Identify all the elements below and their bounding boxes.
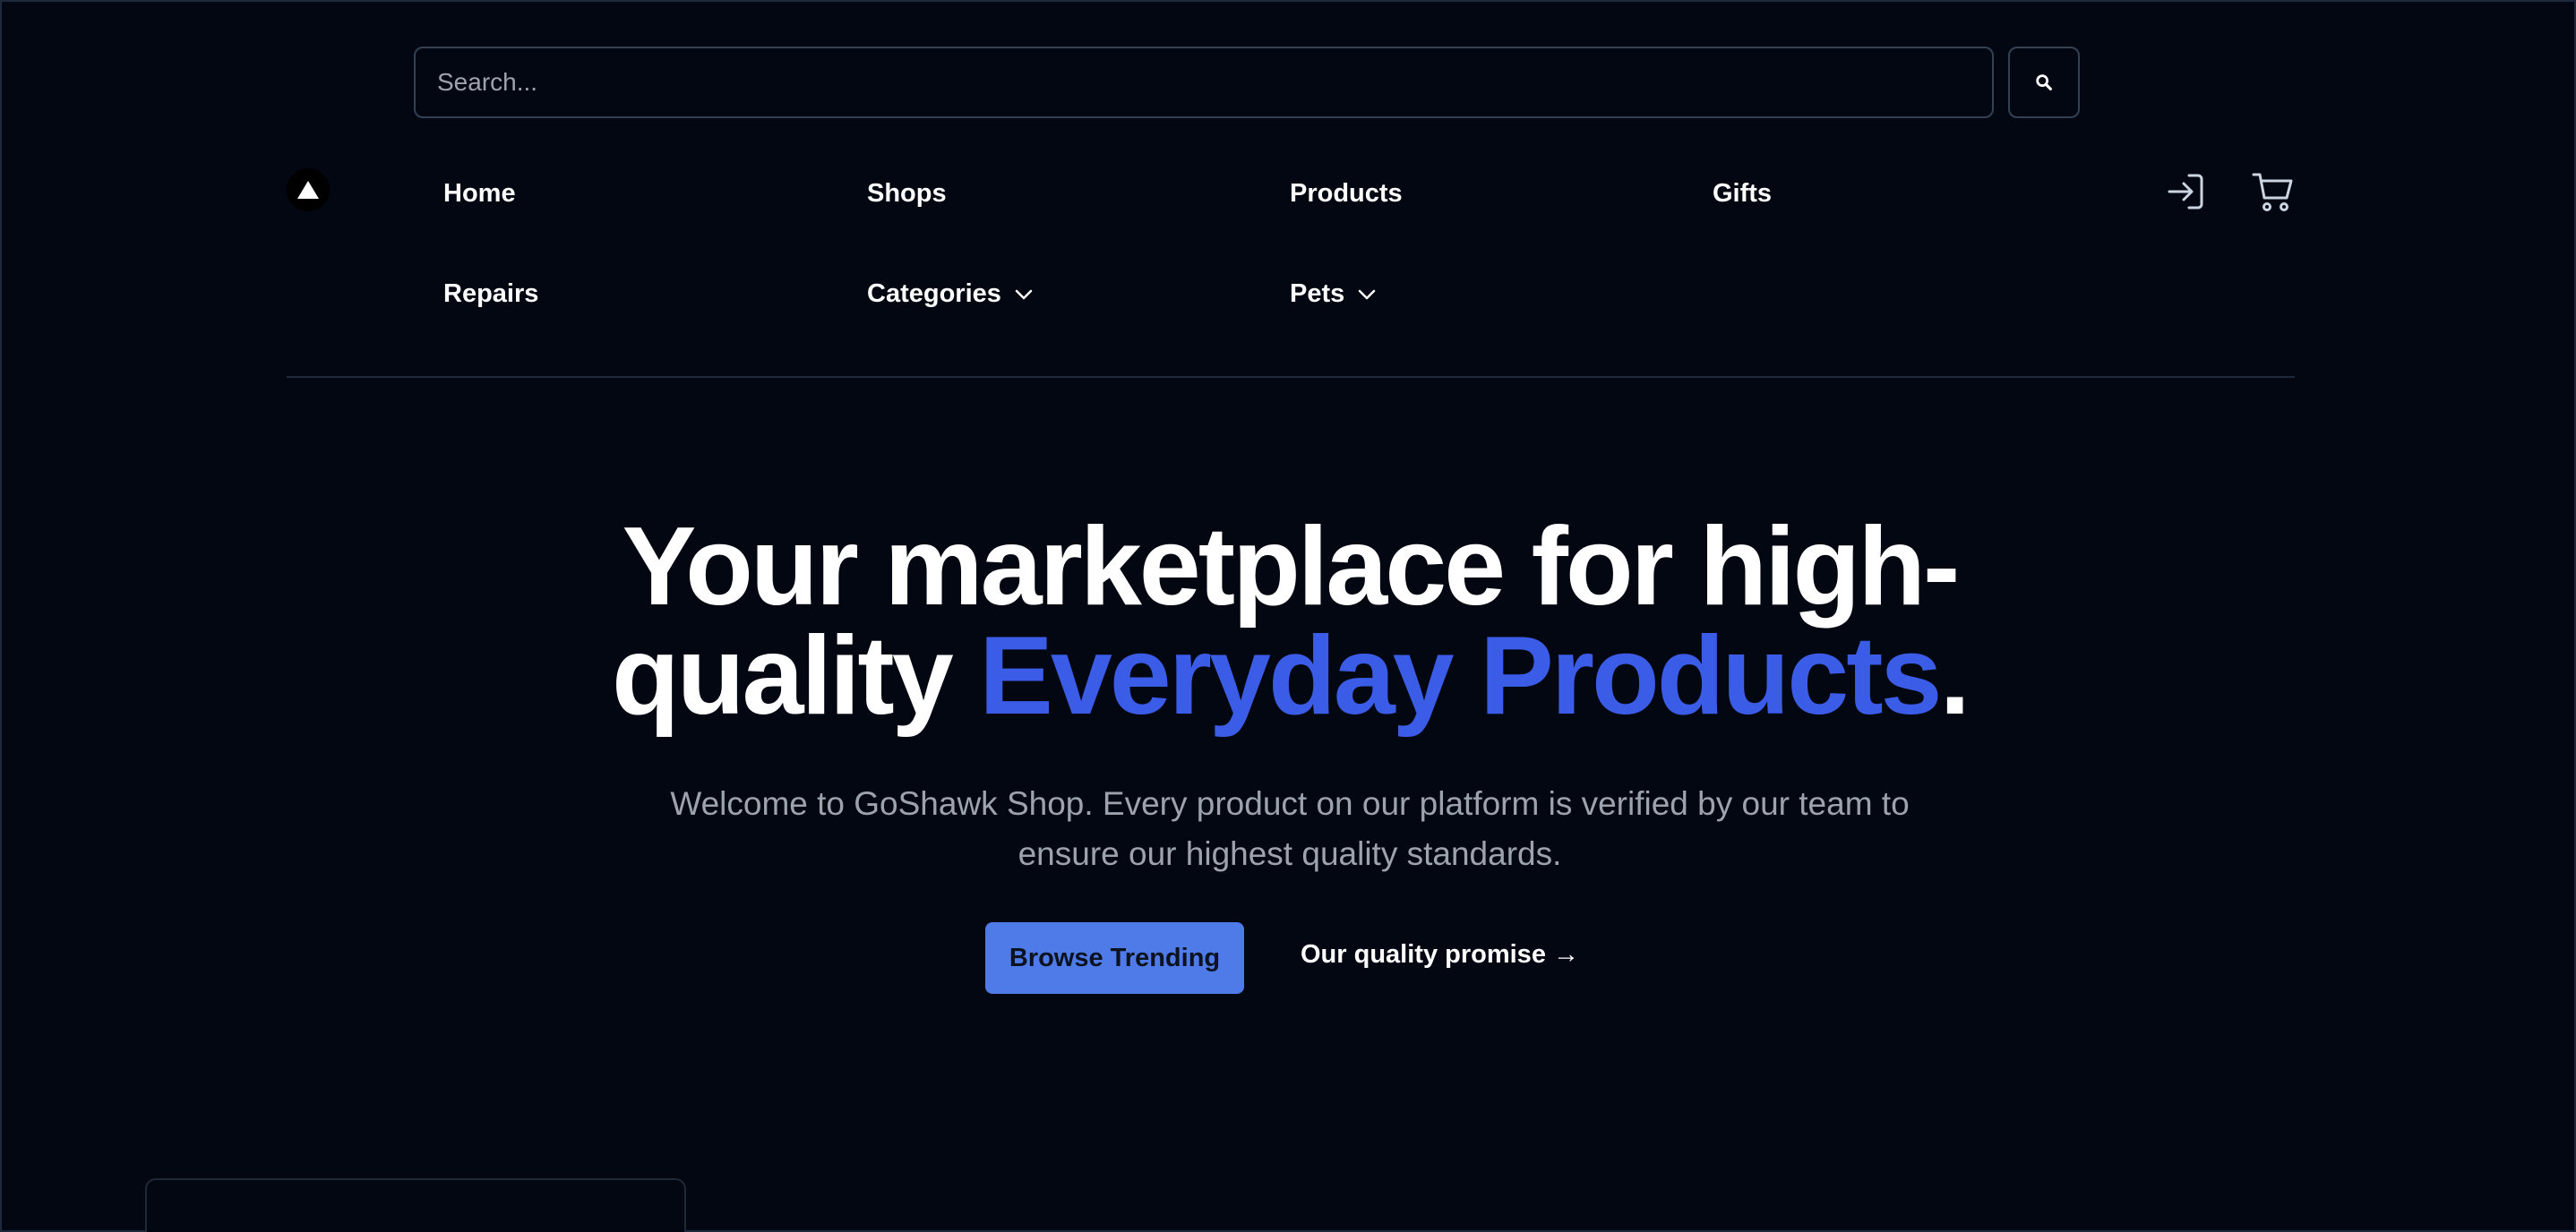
nav-item-pets[interactable]: Pets: [1290, 279, 1377, 309]
hero-title-accent: Everyday Products: [979, 614, 1942, 738]
product-card[interactable]: [145, 1178, 686, 1232]
hero-title: Your marketplace for high-quality Everyd…: [2, 511, 2576, 732]
triangle-logo-icon: [297, 181, 319, 199]
search-bar: [414, 47, 2080, 118]
quality-promise-link[interactable]: Our quality promise →: [1301, 940, 1579, 970]
hero-title-part2: quality: [612, 614, 980, 738]
nav-item-home[interactable]: Home: [443, 179, 516, 209]
nav-item-label: Shops: [867, 179, 947, 208]
chevron-down-icon: [1015, 289, 1033, 299]
logo[interactable]: [287, 168, 330, 211]
nav-item-categories[interactable]: Categories: [867, 279, 1034, 309]
nav-item-products[interactable]: Products: [1290, 179, 1403, 209]
cart-icon: [2252, 173, 2293, 211]
nav-item-label: Home: [443, 179, 516, 208]
hero-subtitle: Welcome to GoShawk Shop. Every product o…: [670, 785, 1910, 872]
nav-item-repairs[interactable]: Repairs: [443, 279, 538, 309]
nav-item-label: Repairs: [443, 279, 539, 308]
browse-trending-button[interactable]: Browse Trending: [985, 922, 1244, 994]
nav-item-label: Categories: [867, 279, 1001, 308]
header-divider: [287, 376, 2295, 378]
login-icon: [2168, 174, 2203, 210]
cart-button[interactable]: [2248, 167, 2298, 217]
search-icon: [2036, 74, 2052, 90]
search-input[interactable]: [414, 47, 1994, 118]
page: Home Shops Products Gifts Repairs Catego…: [0, 0, 2576, 1232]
chevron-down-icon: [1359, 289, 1376, 299]
search-button[interactable]: [2008, 47, 2080, 118]
nav-item-label: Pets: [1290, 279, 1345, 308]
nav-item-label: Products: [1290, 179, 1403, 208]
hero-title-part1: Your marketplace for high-: [622, 505, 1961, 629]
hero-title-end: .: [1939, 614, 1971, 738]
login-button[interactable]: [2160, 167, 2211, 217]
nav-item-shops[interactable]: Shops: [867, 179, 947, 209]
nav-item-gifts[interactable]: Gifts: [1713, 179, 1772, 209]
nav-item-label: Gifts: [1713, 179, 1773, 208]
